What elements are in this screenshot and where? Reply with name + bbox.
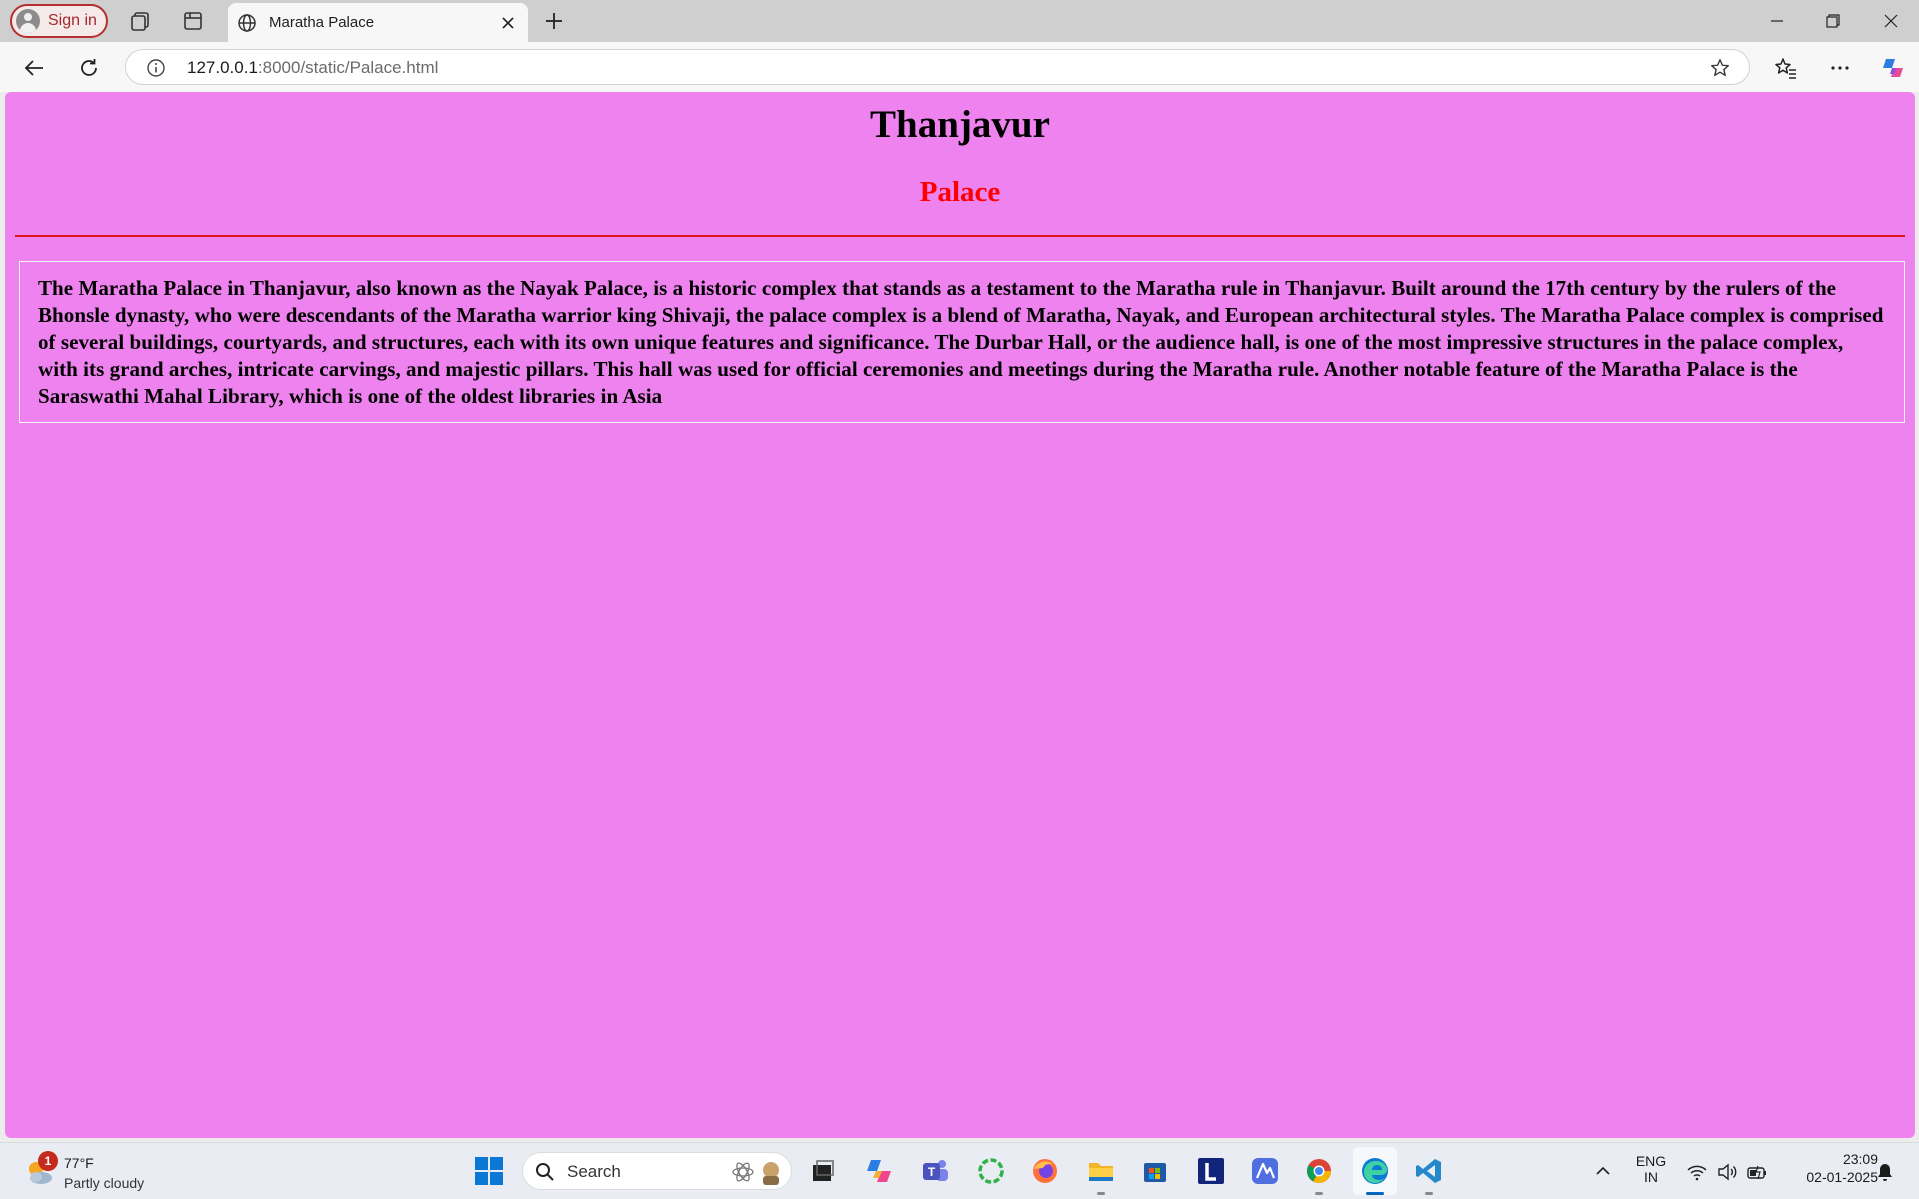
volume-icon[interactable]: [1716, 1161, 1738, 1183]
language-indicator[interactable]: ENG IN: [1634, 1153, 1668, 1185]
teams-icon[interactable]: T: [918, 1154, 952, 1188]
refresh-icon[interactable]: [76, 55, 102, 81]
running-indicator: [1315, 1192, 1323, 1195]
svg-text:T: T: [928, 1165, 936, 1179]
tab-actions-icon[interactable]: [181, 9, 205, 33]
microsoft-store-icon[interactable]: [1138, 1154, 1172, 1188]
copilot-icon[interactable]: [1880, 55, 1906, 81]
weather-widget[interactable]: 1 77°F Partly cloudy: [22, 1151, 172, 1195]
search-icon: [536, 1163, 554, 1181]
firefox-icon[interactable]: [1028, 1154, 1062, 1188]
copilot-app-icon[interactable]: [862, 1154, 896, 1188]
close-window-icon[interactable]: [1876, 9, 1906, 33]
edge-icon[interactable]: [1358, 1154, 1392, 1188]
vscode-icon[interactable]: [1412, 1154, 1446, 1188]
page-title: Thanjavur: [870, 103, 1050, 146]
region-code: IN: [1644, 1169, 1658, 1185]
address-bar[interactable]: 127.0.0.1:8000/static/Palace.html: [125, 49, 1750, 85]
weather-condition: Partly cloudy: [64, 1175, 145, 1191]
site-info-icon[interactable]: [146, 58, 166, 78]
tab-maratha-palace[interactable]: Maratha Palace: [228, 3, 528, 42]
minimize-icon[interactable]: [1762, 9, 1792, 33]
tab-title: Maratha Palace: [269, 14, 375, 31]
close-tab-icon[interactable]: [498, 13, 518, 33]
url-host: 127.0.0.1: [187, 58, 258, 77]
notification-bell-icon[interactable]: [1874, 1161, 1896, 1183]
more-options-icon[interactable]: [1827, 55, 1853, 81]
chevron-up-icon[interactable]: [1592, 1160, 1614, 1182]
wifi-icon[interactable]: [1686, 1161, 1708, 1183]
workspaces-icon[interactable]: [129, 9, 153, 33]
vector-app-icon[interactable]: [1248, 1154, 1282, 1188]
globe-icon: [238, 13, 256, 32]
restore-icon[interactable]: [1818, 9, 1848, 33]
chrome-icon[interactable]: [1302, 1154, 1336, 1188]
active-indicator: [1366, 1192, 1384, 1195]
search-highlight-icon: [732, 1162, 779, 1185]
green-ring-app-icon[interactable]: [974, 1154, 1008, 1188]
sign-in-label: Sign in: [48, 12, 97, 29]
url-text[interactable]: 127.0.0.1:8000/static/Palace.html: [187, 58, 438, 78]
running-indicator: [1097, 1192, 1105, 1195]
new-tab-icon[interactable]: [542, 9, 566, 33]
clock-time: 23:09: [1842, 1151, 1878, 1167]
battery-icon[interactable]: [1746, 1161, 1768, 1183]
back-icon[interactable]: [21, 55, 47, 81]
language-code: ENG: [1635, 1153, 1667, 1169]
taskbar-search[interactable]: Search: [522, 1152, 792, 1190]
sign-in-button[interactable]: Sign in: [10, 4, 108, 38]
description-paragraph: The Maratha Palace in Thanjavur, also kn…: [38, 276, 1884, 408]
search-label: Search: [567, 1162, 621, 1181]
url-path: :8000/static/Palace.html: [257, 58, 439, 77]
favorite-star-icon[interactable]: [1709, 57, 1731, 79]
description-box: The Maratha Palace in Thanjavur, also kn…: [19, 261, 1905, 423]
horizontal-rule: [15, 235, 1905, 237]
windows-start-icon[interactable]: [472, 1154, 506, 1188]
running-indicator: [1425, 1192, 1433, 1195]
weather-temperature: 77°F: [64, 1155, 94, 1171]
l-app-icon[interactable]: [1194, 1154, 1228, 1188]
file-explorer-icon[interactable]: [1084, 1154, 1118, 1188]
favorites-icon[interactable]: [1773, 55, 1799, 81]
weather-alert-badge: 1: [38, 1151, 58, 1171]
page-viewport: Thanjavur Palace The Maratha Palace in T…: [5, 92, 1915, 1138]
clock-date: 02-01-2025: [1806, 1169, 1878, 1185]
profile-avatar-icon: [16, 9, 40, 33]
browser-toolbar: 127.0.0.1:8000/static/Palace.html: [0, 42, 1919, 92]
page-subtitle: Palace: [919, 176, 1001, 208]
task-view-icon[interactable]: [806, 1154, 840, 1188]
browser-tab-bar: Sign in Maratha Palace: [0, 0, 1919, 42]
windows-taskbar: 1 77°F Partly cloudy Search T ENG IN 23:…: [0, 1142, 1919, 1199]
clock[interactable]: 23:09 02-01-2025: [1782, 1151, 1878, 1185]
